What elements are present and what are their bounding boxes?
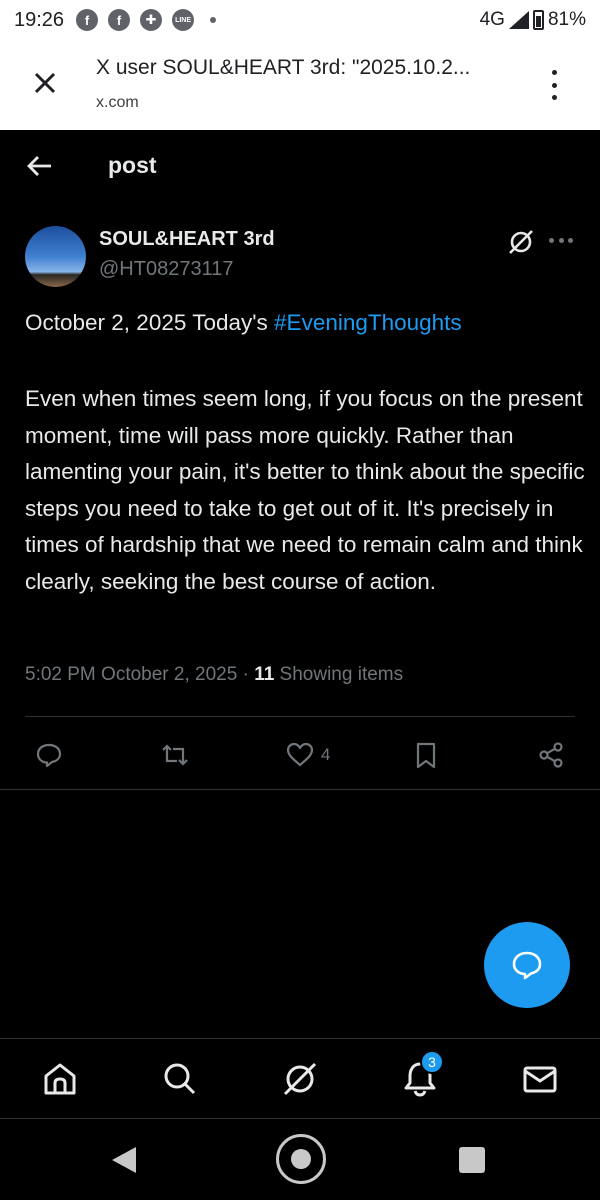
dot-icon: [210, 17, 217, 23]
views-count: 11: [254, 664, 275, 685]
page-title: post: [108, 152, 157, 178]
facebook-icon: f: [108, 9, 131, 31]
notification-badge: 3: [420, 1050, 444, 1074]
heart-icon: [286, 742, 314, 767]
tab-page-title: X user SOUL&HEART 3rd: "2025.10.2...: [96, 56, 471, 79]
bottom-nav: [0, 1038, 600, 1118]
system-nav-bar: [0, 1118, 600, 1200]
share-button[interactable]: [536, 739, 566, 771]
reply-button[interactable]: [34, 739, 64, 771]
network-type: 4G: [479, 9, 505, 30]
battery-level: 81%: [547, 9, 586, 30]
system-back-button[interactable]: [112, 1147, 136, 1173]
notification-icons: f f ✚ LINE: [76, 9, 217, 31]
post-date-text: October 2, 2025 Today's: [25, 310, 275, 335]
divider: [0, 789, 600, 790]
home-icon[interactable]: [40, 1059, 80, 1099]
meta-separator: ·: [237, 664, 255, 685]
views-label: Showing items: [274, 664, 404, 685]
custom-tab-bar: X user SOUL&HEART 3rd: "2025.10.2... x.c…: [0, 40, 600, 130]
facebook-icon: f: [76, 9, 99, 31]
share-icon: [539, 742, 563, 768]
like-count: 4: [321, 745, 331, 764]
status-right: 4G 81%: [480, 9, 586, 31]
bookmark-icon: [416, 742, 436, 769]
chat-fab-button[interactable]: [484, 922, 570, 1008]
hashtag-link[interactable]: #EveningThoughts: [274, 310, 462, 335]
bookmark-button[interactable]: [411, 739, 441, 771]
tab-url: x.com: [96, 94, 139, 111]
battery-icon: [532, 10, 544, 30]
search-icon[interactable]: [160, 1059, 200, 1099]
grok-icon[interactable]: [280, 1059, 320, 1099]
avatar[interactable]: [25, 226, 86, 287]
messenger-icon: ✚: [140, 9, 163, 31]
chat-bubble-icon: [512, 951, 542, 980]
more-options-icon[interactable]: [549, 238, 573, 244]
status-bar: 19:26 f f ✚ LINE 4G 81%: [0, 0, 600, 40]
line-icon: LINE: [172, 9, 195, 31]
system-home-button[interactable]: [276, 1134, 326, 1184]
grok-icon[interactable]: [507, 228, 535, 256]
overflow-menu-icon[interactable]: [548, 70, 560, 100]
reply-icon: [36, 743, 62, 768]
author-handle[interactable]: @HT08273117: [99, 258, 233, 281]
post-timestamp[interactable]: 5:02 PM October 2, 2025: [25, 664, 237, 685]
signal-icon: [508, 11, 529, 29]
close-icon[interactable]: [28, 66, 62, 100]
back-arrow-icon[interactable]: [26, 152, 54, 180]
repost-button[interactable]: [160, 739, 190, 771]
mail-icon[interactable]: [520, 1059, 560, 1099]
status-time: 19:26: [14, 8, 65, 31]
post-actions: 4: [0, 735, 600, 775]
divider: [25, 716, 575, 717]
system-recents-button[interactable]: [459, 1147, 485, 1173]
post-body: Even when times seem long, if you focus …: [25, 386, 585, 594]
post-meta: 5:02 PM October 2, 2025 · 11 Showing ite…: [25, 664, 403, 686]
post-first-line: October 2, 2025 Today's #EveningThoughts: [25, 310, 462, 336]
like-button[interactable]: 4: [285, 739, 330, 771]
repost-icon: [162, 744, 188, 766]
author-name[interactable]: SOUL&HEART 3rd: [99, 228, 275, 251]
